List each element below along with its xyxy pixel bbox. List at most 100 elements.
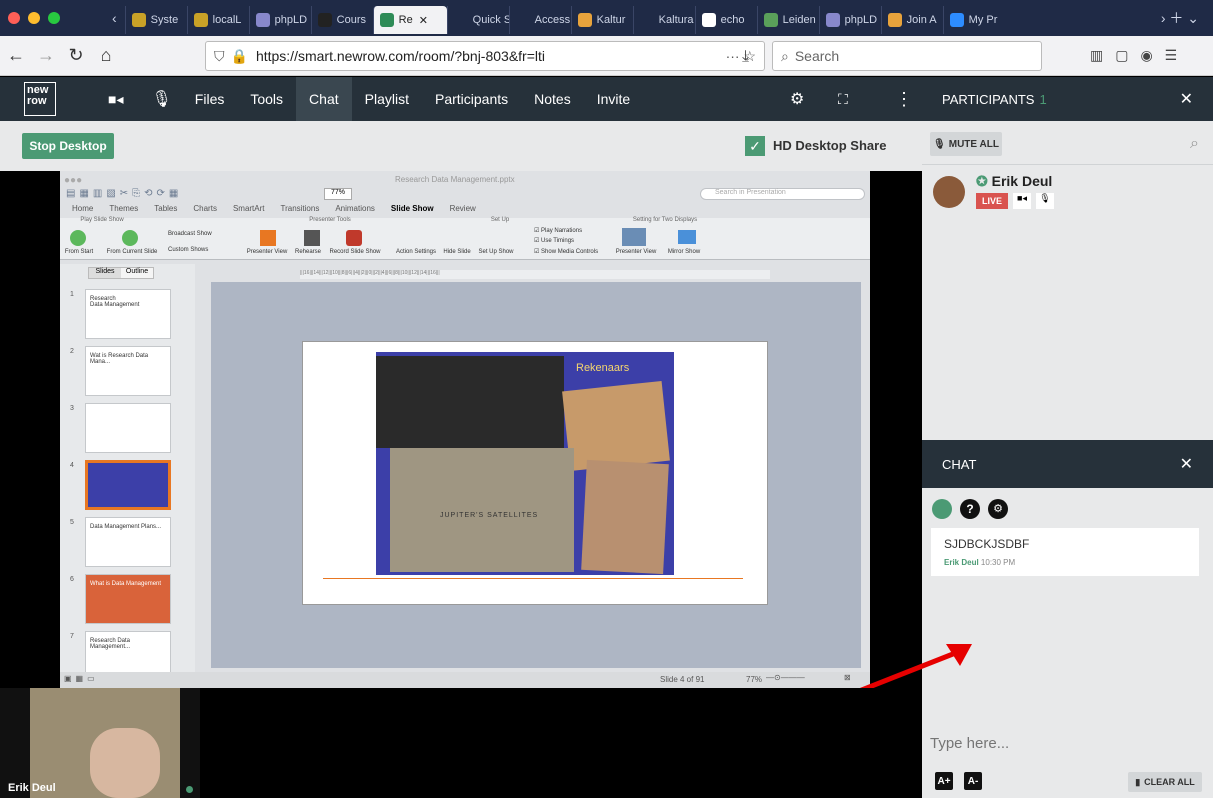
settings-icon[interactable]: ⚙: [988, 499, 1008, 519]
slide-thumbnail[interactable]: Data Management Plans...: [85, 517, 171, 567]
menu-tools[interactable]: Tools: [237, 77, 296, 121]
chat-tab-icon[interactable]: [932, 499, 952, 519]
participant-camera-icon[interactable]: ■◂: [1013, 193, 1031, 209]
rehearse-icon[interactable]: [304, 230, 320, 246]
window-buttons[interactable]: ●●●: [64, 175, 82, 186]
from-current-button[interactable]: From Current Slide: [102, 249, 162, 255]
reload-icon[interactable]: ↻: [62, 42, 90, 70]
presenter-view-2-icon[interactable]: [622, 228, 646, 246]
fullscreen-icon[interactable]: ⛶: [838, 91, 848, 108]
broadcast-show-button[interactable]: Broadcast Show: [168, 231, 238, 237]
set-up-show-button[interactable]: Set Up Show: [476, 249, 516, 255]
slide-thumbnail[interactable]: What is Data Management: [85, 574, 171, 624]
more-options-icon[interactable]: ⋮: [895, 89, 913, 110]
browser-tab[interactable]: echo: [694, 6, 757, 34]
ribbon-tab-review[interactable]: Review: [450, 204, 476, 218]
show-media-controls-checkbox[interactable]: ☑ Show Media Controls: [534, 248, 614, 255]
browser-tab[interactable]: Kaltur: [570, 6, 633, 34]
presenter-view-icon[interactable]: [260, 230, 276, 246]
custom-shows-button[interactable]: Custom Shows: [168, 247, 238, 253]
help-icon[interactable]: ?: [960, 499, 980, 519]
hd-desktop-share-checkbox[interactable]: ✓: [745, 136, 765, 156]
mute-all-button[interactable]: 🎙 MUTE ALL: [930, 132, 1002, 156]
stop-desktop-button[interactable]: Stop Desktop: [22, 133, 114, 159]
slides-outline-switch[interactable]: Slides Outline: [88, 267, 154, 279]
close-tab-icon[interactable]: ✕: [419, 14, 428, 27]
ribbon-tab-home[interactable]: Home: [72, 204, 93, 218]
microphone-icon[interactable]: 🎙: [151, 89, 171, 109]
tab-scroll-left-icon[interactable]: ‹: [112, 10, 117, 26]
mirror-show-button[interactable]: Mirror Show: [664, 249, 704, 255]
presenter-view-2-button[interactable]: Presenter View: [614, 249, 658, 255]
browser-tab[interactable]: Syste: [124, 6, 187, 34]
browser-search-input[interactable]: ⌕ Search: [772, 41, 1042, 71]
browser-tab[interactable]: Join A: [880, 6, 943, 34]
zoom-field[interactable]: 77%: [324, 188, 352, 200]
rehearse-button[interactable]: Rehearse: [292, 249, 324, 255]
play-from-current-icon[interactable]: [122, 230, 138, 246]
slide-thumbnail[interactable]: Wat is Research Data Mana...: [85, 346, 171, 396]
ribbon-tab-smartart[interactable]: SmartArt: [233, 204, 265, 218]
participant-row[interactable]: ✪ Erik Deul: [976, 173, 1052, 190]
camera-icon[interactable]: ■◂: [108, 91, 123, 108]
quick-access-toolbar[interactable]: ▤▦▥▧✂⎘⟲⟳▦: [66, 188, 182, 199]
menu-files[interactable]: Files: [182, 77, 238, 121]
action-settings-button[interactable]: Action Settings: [394, 249, 438, 255]
library-icons[interactable]: ▥▢◉☰: [1090, 47, 1189, 64]
close-window-button[interactable]: [8, 12, 20, 24]
presenter-view-button[interactable]: Presenter View: [244, 249, 290, 255]
ribbon-tab-transitions[interactable]: Transitions: [281, 204, 320, 218]
close-participants-icon[interactable]: ✕: [1180, 89, 1193, 109]
browser-tab[interactable]: Access to: [508, 6, 571, 34]
browser-tab[interactable]: phpLD: [248, 6, 311, 34]
play-narrations-checkbox[interactable]: ☑ Play Narrations: [534, 227, 604, 234]
url-bar[interactable]: ⛉ 🔒 https://smart.newrow.com/room/?bnj-8…: [205, 41, 765, 71]
browser-tab[interactable]: Leiden: [756, 6, 819, 34]
browser-tab[interactable]: localL: [186, 6, 249, 34]
from-start-button[interactable]: From Start: [60, 249, 98, 255]
gear-icon[interactable]: ⚙: [790, 89, 804, 109]
shield-icon[interactable]: ⛉: [214, 48, 225, 65]
page-actions-icon[interactable]: ··· ☆: [726, 48, 756, 65]
presentation-search-input[interactable]: Search in Presentation: [700, 188, 865, 200]
tab-slides[interactable]: Slides: [89, 268, 121, 278]
record-slide-show-button[interactable]: Record Slide Show: [326, 249, 384, 255]
font-increase-button[interactable]: A+: [935, 772, 953, 790]
browser-tab[interactable]: My Pr: [942, 6, 1005, 34]
menu-notes[interactable]: Notes: [521, 77, 584, 121]
browser-tab[interactable]: Re ✕: [372, 6, 447, 34]
maximize-window-button[interactable]: [48, 12, 60, 24]
mirror-show-icon[interactable]: [678, 230, 696, 244]
participant-mic-icon[interactable]: 🎙: [1036, 193, 1054, 209]
browser-tab[interactable]: Kaltura Liv: [632, 6, 695, 34]
ribbon-tab-tables[interactable]: Tables: [154, 204, 177, 218]
clear-all-button[interactable]: ▮ CLEAR ALL: [1128, 772, 1202, 792]
record-icon[interactable]: [346, 230, 362, 246]
slide-thumbnail[interactable]: [85, 460, 171, 510]
slide-thumbnail[interactable]: Research Data Management: [85, 289, 171, 339]
back-arrow-icon[interactable]: ←: [2, 42, 30, 70]
search-participants-icon[interactable]: ⌕: [1190, 135, 1199, 153]
menu-playlist[interactable]: Playlist: [352, 77, 422, 121]
browser-tab[interactable]: phpLD: [818, 6, 881, 34]
play-from-start-icon[interactable]: [70, 230, 86, 246]
close-chat-icon[interactable]: ✕: [1180, 454, 1193, 474]
ribbon-tab-animations[interactable]: Animations: [335, 204, 375, 218]
slide-thumbnail[interactable]: [85, 403, 171, 453]
menu-participants[interactable]: Participants: [422, 77, 521, 121]
view-buttons[interactable]: ▣▦▭: [64, 674, 99, 683]
browser-tab[interactable]: Quick Star: [446, 6, 509, 34]
home-icon[interactable]: ⌂: [92, 42, 120, 70]
menu-invite[interactable]: Invite: [584, 77, 643, 121]
download-icon[interactable]: ⤓: [742, 48, 749, 66]
tab-overflow-icon[interactable]: › ＋ ⌄: [1161, 8, 1199, 28]
font-decrease-button[interactable]: A-: [964, 772, 982, 790]
ribbon-tab-themes[interactable]: Themes: [109, 204, 138, 218]
ribbon-tab-slide-show[interactable]: Slide Show: [391, 204, 434, 218]
ribbon-tab-charts[interactable]: Charts: [193, 204, 217, 218]
menu-chat[interactable]: Chat: [296, 77, 352, 121]
forward-arrow-icon[interactable]: →: [32, 42, 60, 70]
hide-slide-button[interactable]: Hide Slide: [440, 249, 474, 255]
browser-tab[interactable]: Cours: [310, 6, 373, 34]
tab-outline[interactable]: Outline: [121, 268, 153, 278]
